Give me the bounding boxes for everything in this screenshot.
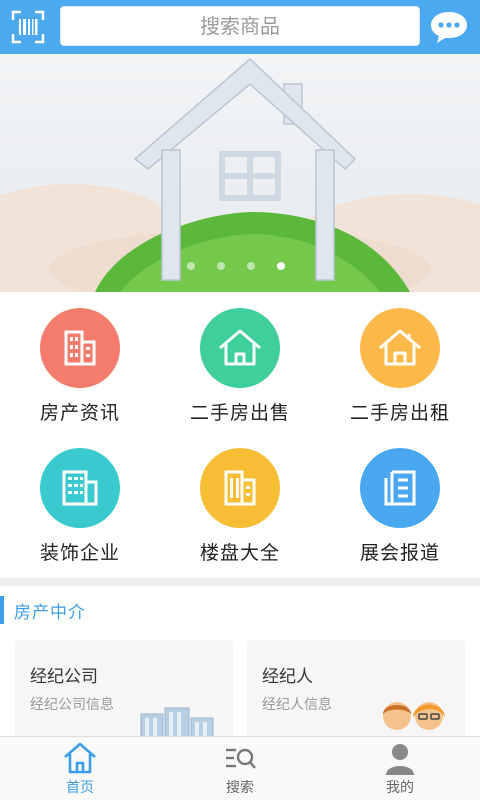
- nav-label: 首页: [66, 780, 94, 796]
- grid-item-label: 二手房出售: [189, 402, 290, 424]
- grid-item-second-hand-sale[interactable]: 二手房出售: [160, 304, 320, 444]
- banner-carousel[interactable]: [0, 54, 480, 292]
- house-illustration: [0, 57, 480, 292]
- section-header: 房产中介: [0, 596, 480, 624]
- nav-label: 搜索: [226, 780, 254, 796]
- home-icon: [64, 742, 96, 774]
- grid-item-exhibition[interactable]: 展会报道: [320, 444, 480, 584]
- grid-icon-circle: [40, 308, 120, 388]
- grid-item-property-list[interactable]: 楼盘大全: [160, 444, 320, 584]
- grid-icon-circle: [200, 308, 280, 388]
- carousel-dot[interactable]: [187, 262, 195, 270]
- user-icon: [386, 744, 414, 775]
- carousel-dot[interactable]: [217, 262, 225, 270]
- nav-profile[interactable]: 我的: [320, 737, 480, 800]
- nav-home[interactable]: 首页: [0, 737, 160, 800]
- nav-search[interactable]: 搜索: [160, 737, 320, 800]
- grid-item-label: 楼盘大全: [199, 542, 280, 564]
- card-title: 经纪公司: [30, 667, 98, 687]
- grid-icon-circle: [360, 448, 440, 528]
- scan-icon: [11, 10, 45, 44]
- search-list-icon: [226, 748, 256, 769]
- card-subtitle: 经纪人信息: [262, 697, 332, 713]
- top-bar: [0, 0, 480, 54]
- grid-icon-circle: [200, 448, 280, 528]
- card-agent[interactable]: 经纪人 经纪人信息: [247, 640, 465, 740]
- office-buildings-illustration: [140, 707, 214, 740]
- grid-item-label: 展会报道: [359, 542, 440, 564]
- search-box[interactable]: [60, 6, 420, 46]
- grid-item-label: 房产资讯: [39, 402, 120, 424]
- scan-button[interactable]: [10, 9, 46, 45]
- grid-icon-circle: [40, 448, 120, 528]
- house-outline-icon: [379, 329, 421, 366]
- section-accent-bar: [0, 596, 4, 624]
- grid-item-second-hand-rent[interactable]: 二手房出租: [320, 304, 480, 444]
- house-outline-icon: [219, 329, 261, 366]
- carousel-indicators: [187, 262, 285, 272]
- chat-button[interactable]: [429, 9, 469, 45]
- chat-bubble-icon: [431, 12, 467, 43]
- nav-label: 我的: [386, 780, 414, 796]
- grid-item-decoration[interactable]: 装饰企业: [0, 444, 160, 584]
- section-title: 房产中介: [14, 603, 86, 623]
- card-agency[interactable]: 经纪公司 经纪公司信息: [15, 640, 233, 740]
- category-grid: 房产资讯 二手房出售 二手房出租 装饰企业 楼盘大全 展会报道: [0, 292, 480, 578]
- agents-avatar-illustration: [383, 702, 445, 730]
- grid-item-label: 装饰企业: [39, 542, 120, 564]
- grid-icon-circle: [360, 308, 440, 388]
- carousel-dot[interactable]: [247, 262, 255, 270]
- document-icon: [384, 470, 416, 506]
- grid-item-label: 二手房出租: [349, 402, 450, 424]
- office-building-icon: [62, 470, 98, 506]
- bottom-navigation: 首页 搜索 我的: [0, 736, 480, 800]
- card-title: 经纪人: [262, 667, 313, 687]
- card-subtitle: 经纪公司信息: [30, 697, 114, 713]
- tower-icon: [224, 470, 256, 506]
- grid-item-news[interactable]: 房产资讯: [0, 304, 160, 444]
- section-divider: [0, 578, 480, 586]
- carousel-dot-active[interactable]: [277, 262, 285, 270]
- building-icon: [64, 330, 96, 366]
- search-input[interactable]: [61, 7, 419, 45]
